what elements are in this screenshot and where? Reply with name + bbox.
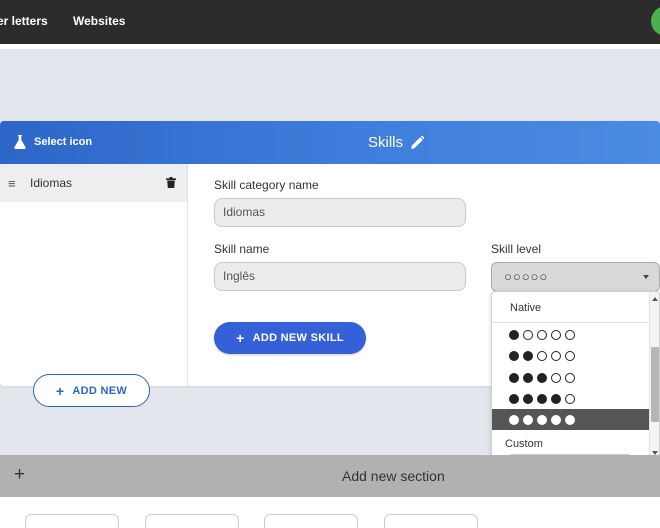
empty-dot-icon bbox=[551, 350, 561, 361]
empty-dot-icon bbox=[565, 372, 575, 383]
category-sidebar: ≡ Idiomas + ADD NEW bbox=[0, 164, 188, 407]
custom-level-label: Custom bbox=[505, 438, 543, 450]
scroll-thumb[interactable] bbox=[651, 347, 659, 422]
filled-dot-icon bbox=[509, 372, 519, 383]
filled-dot-icon bbox=[565, 414, 575, 425]
avatar[interactable] bbox=[651, 6, 660, 36]
dropdown-scrollbar[interactable] bbox=[649, 292, 659, 460]
section-template-card[interactable] bbox=[264, 514, 358, 528]
empty-dot-icon bbox=[565, 329, 575, 340]
nav-link-cover-letters[interactable]: er letters bbox=[0, 14, 48, 28]
filled-dot-icon bbox=[537, 372, 547, 383]
section-templates bbox=[0, 497, 660, 528]
section-template-card[interactable] bbox=[25, 514, 119, 528]
card-header: Select icon Skills bbox=[0, 121, 660, 164]
level-option-2[interactable] bbox=[492, 345, 649, 366]
top-nav: er letters Websites bbox=[0, 0, 660, 44]
section-template-card[interactable] bbox=[384, 514, 478, 528]
empty-dot-icon bbox=[565, 350, 575, 361]
add-skill-label: ADD NEW SKILL bbox=[252, 332, 344, 344]
level-option-native[interactable]: Native bbox=[510, 302, 541, 314]
add-skill-button[interactable]: + ADD NEW SKILL bbox=[214, 322, 366, 354]
filled-dot-icon bbox=[509, 414, 519, 425]
section-title-text: Skills bbox=[368, 134, 404, 151]
add-section-bar[interactable]: + Add new section bbox=[0, 455, 660, 497]
empty-dot-icon bbox=[551, 372, 561, 383]
category-item-label: Idiomas bbox=[30, 176, 73, 190]
empty-dot-icon bbox=[537, 350, 547, 361]
scroll-up-icon[interactable] bbox=[652, 297, 658, 301]
pencil-icon[interactable] bbox=[411, 136, 425, 149]
nav-divider bbox=[0, 44, 660, 49]
filled-dot-icon bbox=[537, 414, 547, 425]
filled-dot-icon bbox=[551, 393, 561, 404]
chevron-down-icon bbox=[643, 275, 649, 279]
filled-dot-icon bbox=[551, 414, 561, 425]
filled-dot-icon bbox=[523, 372, 533, 383]
empty-dot-icon bbox=[537, 329, 547, 340]
flask-icon bbox=[14, 135, 26, 149]
add-category-label: ADD NEW bbox=[72, 384, 128, 397]
category-name-input[interactable]: Idiomas bbox=[214, 198, 466, 227]
select-icon-button[interactable]: Select icon bbox=[14, 135, 92, 149]
add-category-button[interactable]: + ADD NEW bbox=[33, 374, 150, 407]
drag-handle-icon[interactable]: ≡ bbox=[8, 176, 16, 191]
filled-dot-icon bbox=[523, 414, 533, 425]
trash-icon[interactable] bbox=[166, 177, 176, 188]
add-section-label: Add new section bbox=[342, 468, 445, 484]
empty-dot-icon bbox=[565, 393, 575, 404]
empty-dot-icon bbox=[523, 329, 533, 340]
filled-dot-icon bbox=[523, 350, 533, 361]
category-name-label: Skill category name bbox=[214, 178, 319, 192]
filled-dot-icon bbox=[537, 393, 547, 404]
skill-level-select[interactable]: ○○○○○ bbox=[491, 262, 660, 292]
section-title[interactable]: Skills bbox=[368, 134, 425, 151]
plus-icon: + bbox=[55, 382, 65, 399]
dropdown-divider bbox=[492, 322, 649, 323]
level-option-1[interactable] bbox=[492, 324, 649, 345]
plus-icon: + bbox=[236, 330, 245, 346]
level-option-3[interactable] bbox=[492, 367, 649, 388]
empty-dot-icon bbox=[551, 329, 561, 340]
filled-dot-icon bbox=[509, 393, 519, 404]
filled-dot-icon bbox=[509, 350, 519, 361]
level-option-4[interactable] bbox=[492, 388, 649, 409]
skill-level-dropdown: Native Custom bbox=[491, 291, 660, 461]
filled-dot-icon bbox=[523, 393, 533, 404]
skill-name-input[interactable]: Inglês bbox=[214, 262, 466, 291]
skill-name-label: Skill name bbox=[214, 242, 270, 256]
filled-dot-icon bbox=[509, 329, 519, 340]
category-item[interactable]: ≡ Idiomas bbox=[0, 164, 187, 202]
select-icon-label: Select icon bbox=[34, 136, 93, 148]
plus-icon: + bbox=[14, 464, 26, 485]
section-template-card[interactable] bbox=[145, 514, 239, 528]
skill-level-label: Skill level bbox=[491, 242, 542, 256]
skill-level-value: ○○○○○ bbox=[504, 269, 549, 284]
level-option-5[interactable] bbox=[492, 409, 649, 430]
nav-link-websites[interactable]: Websites bbox=[73, 14, 125, 28]
